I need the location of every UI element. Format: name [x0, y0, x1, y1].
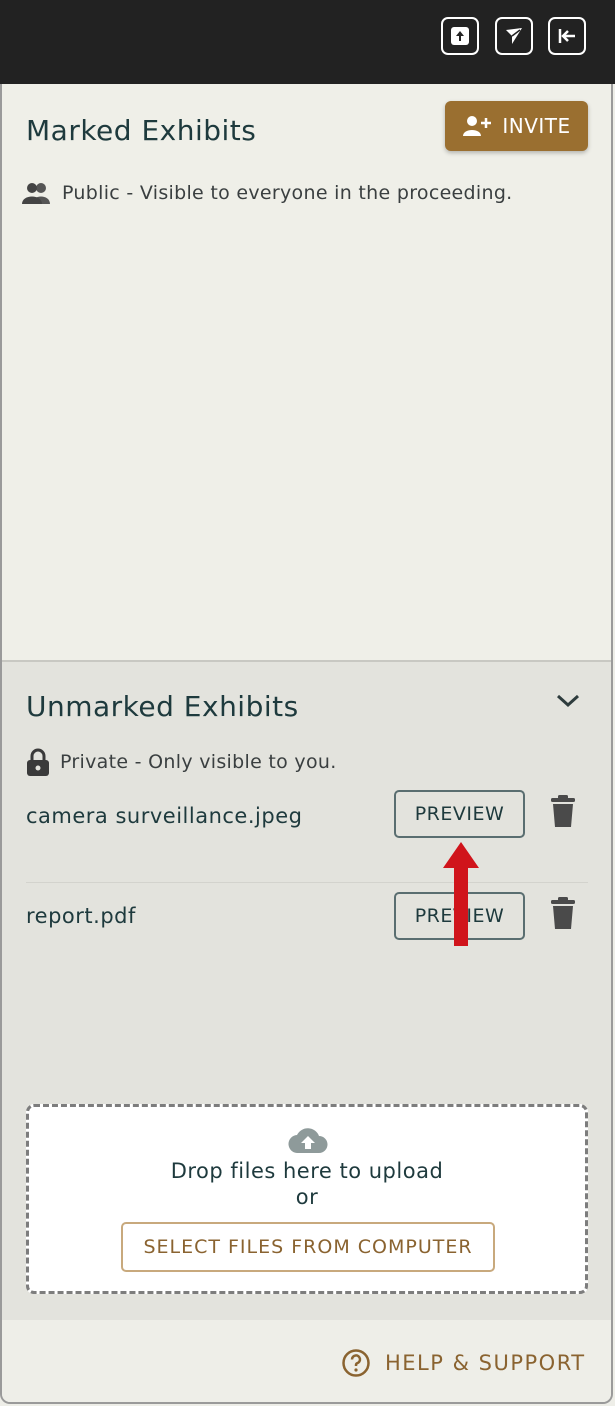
unmarked-exhibits-title: Unmarked Exhibits	[26, 690, 299, 723]
help-support-link[interactable]: HELP & SUPPORT	[341, 1348, 586, 1378]
collapse-panel-icon	[558, 29, 575, 43]
cloud-upload-icon	[288, 1128, 328, 1154]
unmarked-exhibits-section: Unmarked Exhibits Private - Only visible…	[2, 660, 611, 1322]
help-icon	[342, 1349, 370, 1377]
marked-exhibits-title: Marked Exhibits	[26, 114, 257, 147]
trash-icon[interactable]	[550, 896, 576, 930]
footer: HELP & SUPPORT	[2, 1320, 611, 1402]
file-name: report.pdf	[26, 904, 136, 928]
send-icon	[506, 28, 522, 44]
public-visibility-text: Public - Visible to everyone in the proc…	[62, 182, 513, 204]
file-row: report.pdf PREVIEW	[26, 884, 588, 984]
help-support-label: HELP & SUPPORT	[385, 1351, 586, 1375]
private-visibility-note: Private - Only visible to you.	[26, 748, 337, 776]
public-visibility-note: Public - Visible to everyone in the proc…	[22, 182, 513, 204]
invite-label: INVITE	[502, 114, 571, 138]
lock-icon	[27, 748, 49, 776]
marked-exhibits-section: Marked Exhibits INVITE Public - Visible …	[2, 84, 611, 660]
people-icon	[22, 183, 50, 204]
file-name: camera surveillance.jpeg	[26, 804, 303, 828]
send-icon-button[interactable]	[495, 17, 533, 55]
top-toolbar	[0, 0, 615, 84]
file-row: camera surveillance.jpeg PREVIEW	[26, 782, 588, 882]
preview-button[interactable]: PREVIEW	[394, 790, 525, 838]
upload-icon-button[interactable]	[441, 17, 479, 55]
chevron-down-icon[interactable]	[555, 692, 581, 710]
collapse-panel-icon-button[interactable]	[548, 17, 586, 55]
exhibits-panel: Marked Exhibits INVITE Public - Visible …	[0, 84, 613, 1404]
invite-button[interactable]: INVITE	[445, 101, 588, 151]
annotation-arrow-icon	[443, 842, 479, 946]
private-visibility-text: Private - Only visible to you.	[60, 751, 337, 773]
upload-icon	[451, 27, 469, 45]
file-dropzone[interactable]: Drop files here to upload or SELECT FILE…	[26, 1104, 588, 1294]
select-files-button[interactable]: SELECT FILES FROM COMPUTER	[121, 1222, 495, 1272]
drop-files-text: Drop files here to upload	[170, 1159, 444, 1183]
row-divider	[26, 882, 588, 883]
trash-icon[interactable]	[550, 794, 576, 828]
or-text: or	[295, 1185, 319, 1209]
add-person-icon	[463, 116, 492, 136]
